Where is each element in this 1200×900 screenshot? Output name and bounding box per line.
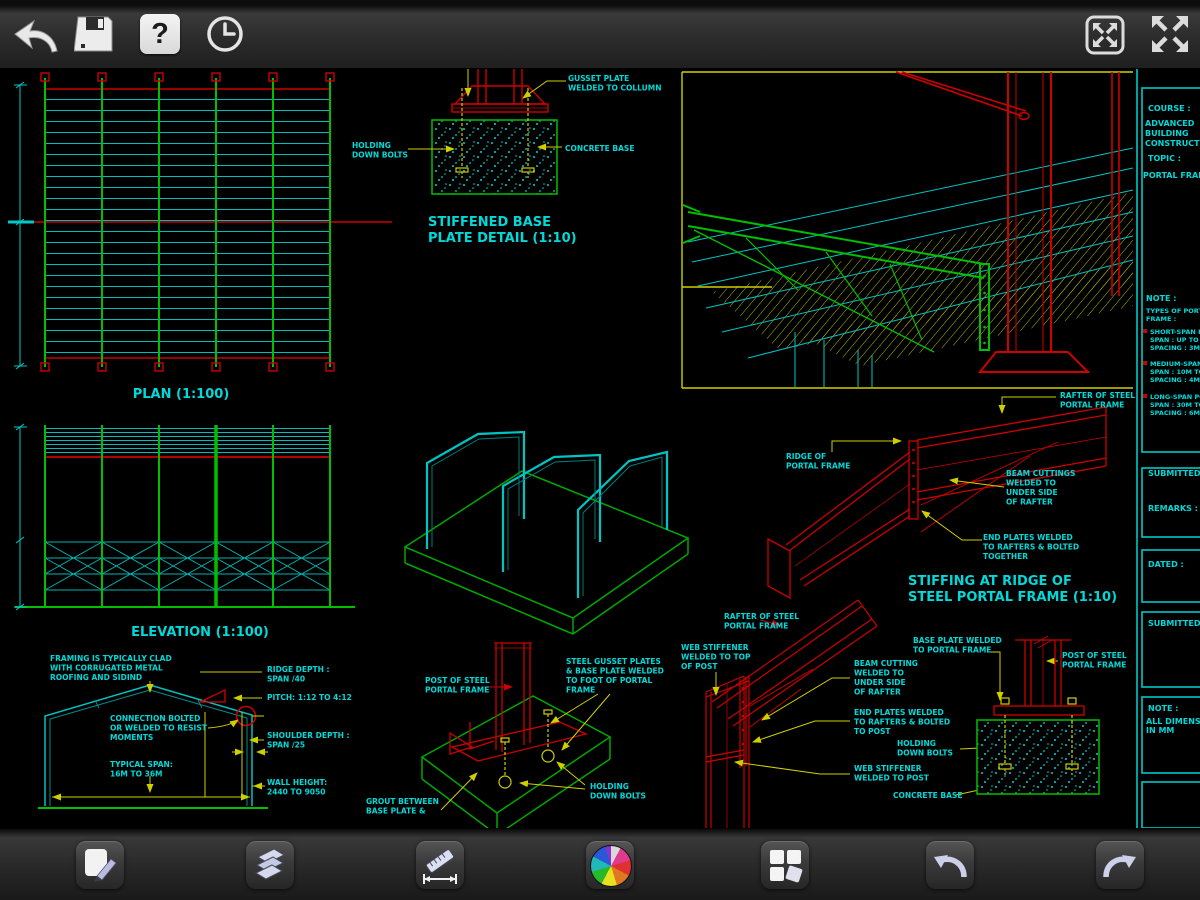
clock-icon — [205, 16, 245, 57]
measure-button[interactable] — [416, 841, 464, 889]
tb-span-medium: MEDIUM-SPAN PORSPAN : 10M TOSPACING : 4M… — [1150, 360, 1200, 384]
zoom-extents-icon — [1084, 15, 1126, 59]
base-plate-label: BASE PLATE WELDED TO PORTAL FRAME — [913, 636, 1002, 655]
colors-button[interactable] — [586, 841, 634, 889]
cad-drawing-canvas[interactable]: PLAN (1:100)ELEVATION (1:100)STIFFENED B… — [0, 0, 1200, 900]
concrete-base-label-2: CONCRETE BASE — [893, 791, 962, 800]
save-icon — [73, 16, 116, 58]
save-button[interactable] — [73, 13, 116, 58]
tb-note2: NOTE : — [1148, 704, 1178, 713]
tb-course: COURSE : — [1148, 104, 1191, 113]
rafter-label-top: RAFTER OF STEEL PORTAL FRAME — [1060, 391, 1135, 410]
fullscreen-icon — [1148, 16, 1192, 59]
help-icon: ? — [140, 14, 180, 54]
zoom-extents-button[interactable] — [1084, 14, 1126, 56]
elevation-title: ELEVATION (1:100) — [131, 625, 269, 640]
back-icon — [12, 19, 60, 57]
tb-topic-value: PORTAL FRAME — [1143, 171, 1200, 180]
tb-remarks: REMARKS : — [1148, 504, 1198, 513]
web-stiffener-post-label: WEB STIFFENER WELDED TO POST — [854, 764, 930, 783]
history-button[interactable] — [205, 14, 245, 54]
help-button[interactable]: ? — [140, 14, 180, 54]
color-wheel-icon — [590, 845, 632, 887]
plan-title: PLAN (1:100) — [133, 387, 230, 402]
bottom-toolbar — [0, 828, 1200, 900]
undo-button[interactable] — [926, 841, 974, 889]
tb-dated: DATED : — [1148, 560, 1184, 569]
concrete-base-label-1: CONCRETE BASE — [565, 144, 634, 153]
tb-span-short: SHORT-SPAN PORTASPAN : UP TO 1SPACING : … — [1150, 328, 1200, 352]
post-label-right: POST OF STEEL PORTAL FRAME — [1062, 651, 1127, 670]
annotate-button[interactable] — [76, 841, 124, 889]
tb-submitted-to: SUBMITTED TO — [1148, 469, 1200, 478]
top-toolbar: ? — [0, 0, 1200, 69]
blocks-button[interactable] — [761, 841, 809, 889]
app-window: { "palette":{"cyan":"#00D9D9","green":"#… — [0, 0, 1200, 900]
redo-button[interactable] — [1096, 841, 1144, 889]
pitch-label: PITCH: 1:12 TO 4:12 — [267, 693, 352, 702]
tb-span-long: LONG-SPAN PORTALSPAN : 30M TOSPACING : 6… — [1150, 393, 1200, 417]
layers-button[interactable] — [246, 841, 294, 889]
post-label-mid: POST OF STEEL PORTAL FRAME — [425, 676, 490, 695]
tb-submitted-by: SUBMITTED BY — [1148, 619, 1200, 628]
tb-note1: NOTE : — [1146, 294, 1176, 303]
fullscreen-button[interactable] — [1148, 12, 1192, 56]
rafter-label-2: RAFTER OF STEEL PORTAL FRAME — [724, 612, 799, 631]
back-button[interactable] — [12, 14, 60, 54]
tb-topic: TOPIC : — [1148, 154, 1181, 163]
wall-height-label: WALL HEIGHT: 2440 TO 9050 — [267, 778, 327, 797]
